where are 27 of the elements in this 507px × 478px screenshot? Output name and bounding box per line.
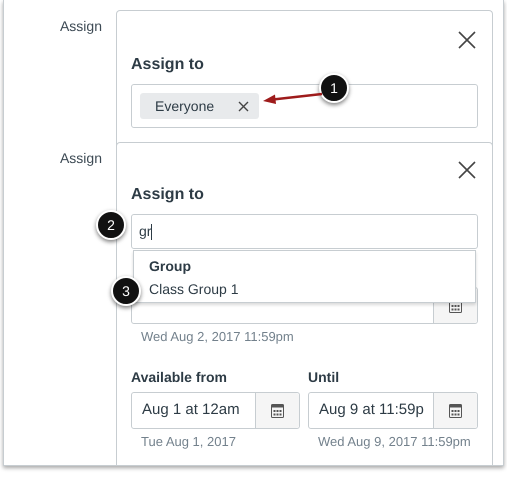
close-icon[interactable] (458, 161, 476, 179)
close-icon[interactable] (458, 31, 476, 49)
date-hint: Tue Aug 1, 2017 (140, 432, 237, 451)
date-value: Aug 1 at 12am (142, 400, 240, 420)
remove-icon[interactable] (238, 100, 250, 112)
calendar-icon (271, 402, 284, 418)
assignee-token[interactable]: Everyone (140, 93, 260, 119)
date-field[interactable]: Aug 1 at 12am (131, 392, 300, 428)
section-heading: Assign to (131, 185, 204, 205)
menu-group-label: Group (148, 257, 192, 276)
date-field[interactable]: Aug 9 at 11:59p (308, 392, 478, 428)
date-hint: Wed Aug 9, 2017 11:59pm (317, 432, 472, 451)
field-label: Available from (131, 368, 228, 386)
field-label: Assign (58, 17, 103, 36)
date-value: Aug 9 at 11:59p (319, 400, 424, 420)
text-cursor (151, 224, 152, 240)
callout-badge: 2 (96, 210, 126, 240)
calendar-button[interactable] (433, 392, 477, 428)
assign-input[interactable]: gr (131, 214, 478, 249)
field-label: Until (308, 368, 340, 386)
calendar-button[interactable] (255, 392, 299, 428)
date-hint: Wed Aug 2, 2017 11:59pm (140, 328, 295, 346)
field-label: Assign (58, 149, 103, 168)
section-heading: Assign to (131, 55, 204, 75)
pointer-arrow (263, 91, 323, 105)
calendar-icon (449, 402, 462, 418)
menu-option[interactable]: Class Group 1 (149, 278, 238, 300)
